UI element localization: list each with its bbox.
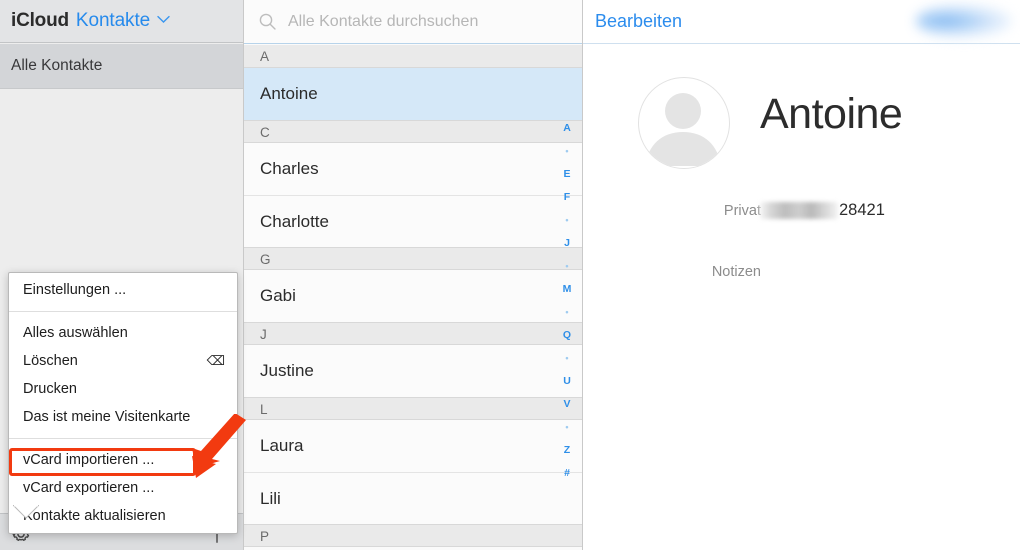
menu-item-label: Das ist meine Visitenkarte <box>23 409 191 425</box>
section-header-l: L <box>244 397 582 420</box>
menu-item-drucken[interactable]: Drucken <box>9 375 237 403</box>
list-item[interactable]: Lili <box>244 472 582 524</box>
contact-name: Antoine <box>760 90 903 138</box>
sidebar-item-label: Alle Kontakte <box>11 57 103 74</box>
index-letter[interactable]: V <box>552 393 582 416</box>
menu-item-label: Löschen <box>23 353 78 369</box>
list-item[interactable]: Antoine <box>244 68 582 120</box>
menu-group-1: Alles auswählen Löschen ⌫ Drucken Das is… <box>9 316 237 434</box>
menu-item-einstellungen[interactable]: Einstellungen ... <box>9 276 237 304</box>
phone-redacted <box>760 202 838 219</box>
index-dot[interactable]: • <box>552 209 582 232</box>
avatar <box>638 77 730 169</box>
menu-group-2: vCard importieren ... vCard exportieren … <box>9 443 237 533</box>
contact-list-scroll[interactable]: A Antoine C Charles Charlotte G Gabi J J… <box>244 45 582 550</box>
menu-divider <box>9 438 237 439</box>
menu-item-label: vCard exportieren ... <box>23 480 155 496</box>
index-letter[interactable]: Z <box>552 439 582 462</box>
menu-item-label: vCard importieren ... <box>23 452 155 468</box>
icloud-brand-label: iCloud <box>11 10 69 31</box>
field-label: Notizen <box>711 264 761 280</box>
menu-item-loeschen[interactable]: Löschen ⌫ <box>9 347 237 375</box>
index-letter[interactable]: A <box>552 117 582 140</box>
menu-item-label: Drucken <box>23 381 77 397</box>
popover-tail <box>11 504 41 519</box>
section-header-j: J <box>244 322 582 345</box>
app-name-label[interactable]: Kontakte <box>76 10 150 32</box>
section-header-p: P <box>244 524 582 547</box>
list-item[interactable]: Charles <box>244 143 582 195</box>
index-dot[interactable]: • <box>552 416 582 439</box>
chevron-down-icon[interactable] <box>157 15 170 24</box>
section-header-a: A <box>244 45 582 68</box>
contact-detail-panel: Bearbeiten Antoine Privat 28421 Notizen <box>583 0 1020 550</box>
settings-context-menu: Einstellungen ... Alles auswählen Lösche… <box>8 272 238 534</box>
menu-item-vcard-exportieren[interactable]: vCard exportieren ... <box>9 474 237 502</box>
menu-item-label: Einstellungen ... <box>23 282 127 298</box>
list-item[interactable]: Justine <box>244 345 582 397</box>
index-letter[interactable]: Q <box>552 324 582 347</box>
index-letter[interactable]: F <box>552 186 582 209</box>
index-dot[interactable]: • <box>552 301 582 324</box>
index-letter[interactable]: J <box>552 232 582 255</box>
detail-toolbar: Bearbeiten <box>583 0 1020 44</box>
list-item[interactable]: Gabi <box>244 270 582 322</box>
field-value[interactable]: 28421 <box>760 201 885 220</box>
section-header-c: C <box>244 120 582 143</box>
index-letter[interactable]: U <box>552 370 582 393</box>
backspace-icon: ⌫ <box>206 353 225 368</box>
menu-divider <box>9 311 237 312</box>
index-dot[interactable]: • <box>552 255 582 278</box>
index-letter[interactable]: E <box>552 163 582 186</box>
alphabet-index-strip[interactable]: A • E F • J • M • Q • U V • Z # <box>552 45 582 550</box>
menu-item-label: Kontakte aktualisieren <box>23 508 166 524</box>
sidebar-header: iCloud Kontakte <box>0 0 243 43</box>
menu-item-alles-auswaehlen[interactable]: Alles auswählen <box>9 319 237 347</box>
list-item[interactable]: Laura <box>244 420 582 472</box>
menu-item-label: Alles auswählen <box>23 325 128 341</box>
index-letter[interactable]: M <box>552 278 582 301</box>
edit-button[interactable]: Bearbeiten <box>595 11 682 32</box>
sidebar-item-all-contacts[interactable]: Alle Kontakte <box>0 44 243 89</box>
menu-item-kontakte-aktualisieren[interactable]: Kontakte aktualisieren <box>9 502 237 530</box>
section-header-g: G <box>244 247 582 270</box>
icloud-contacts-window: iCloud Kontakte Alle Kontakte Einstellun… <box>0 0 1020 550</box>
field-label: Privat <box>723 203 761 219</box>
index-dot[interactable]: • <box>552 347 582 370</box>
index-letter[interactable]: # <box>552 462 582 485</box>
account-name-redacted[interactable] <box>916 4 1012 38</box>
menu-item-meine-visitenkarte[interactable]: Das ist meine Visitenkarte <box>9 403 237 431</box>
phone-suffix: 28421 <box>839 201 885 219</box>
search-bar <box>244 0 582 44</box>
list-item[interactable]: Charlotte <box>244 195 582 247</box>
search-input[interactable] <box>286 11 560 32</box>
menu-group-0: Einstellungen ... <box>9 273 237 307</box>
search-icon <box>259 13 276 30</box>
menu-item-vcard-importieren[interactable]: vCard importieren ... <box>9 446 237 474</box>
contact-list-column: A Antoine C Charles Charlotte G Gabi J J… <box>244 0 583 550</box>
index-dot[interactable]: • <box>552 140 582 163</box>
